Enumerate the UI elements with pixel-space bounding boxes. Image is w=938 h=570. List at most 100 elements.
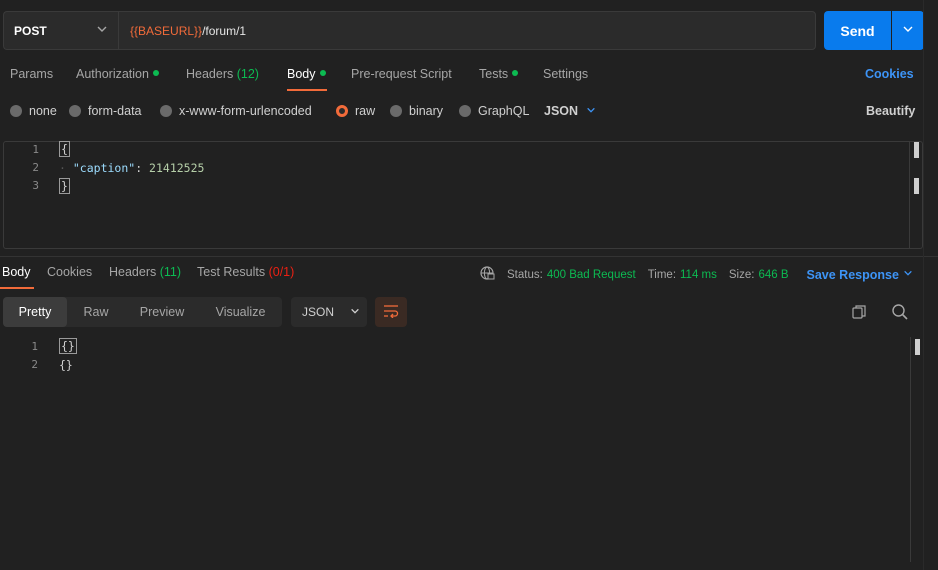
chevron-down-icon[interactable]	[903, 268, 913, 281]
cookies-link[interactable]: Cookies	[865, 67, 914, 81]
search-icon[interactable]	[891, 303, 909, 324]
radio-form-data-label: form-data	[88, 104, 142, 118]
tab-settings[interactable]: Settings	[543, 67, 588, 81]
method-label: POST	[14, 23, 47, 38]
line-number: 2	[31, 358, 38, 371]
response-tab-test-results-label: Test Results	[197, 265, 266, 279]
wrap-lines-icon	[383, 304, 399, 321]
json-value: 21412525	[149, 161, 205, 175]
time-label: Time:	[647, 268, 677, 281]
response-tab-headers-label: Headers	[109, 265, 157, 279]
format-label: JSON	[302, 305, 335, 319]
close-brace: }	[59, 178, 70, 194]
view-preview-button[interactable]: Preview	[125, 297, 199, 327]
line-number: 3	[32, 179, 39, 192]
response-view-toggle: Pretty Raw Preview Visualize	[3, 297, 282, 327]
tab-tests[interactable]: Tests	[479, 67, 519, 81]
view-visualize-button[interactable]: Visualize	[199, 297, 282, 327]
globe-icon[interactable]	[479, 265, 495, 284]
tab-body-label: Body	[287, 67, 316, 81]
radio-raw[interactable]: raw	[336, 103, 375, 119]
line-number: 1	[31, 340, 38, 353]
send-button[interactable]: Send	[824, 11, 891, 50]
method-select[interactable]: POST	[3, 11, 118, 50]
chevron-down-icon	[586, 104, 596, 118]
radio-circle	[10, 105, 22, 117]
url-variable: {{BASEURL}}	[130, 23, 203, 38]
editor-scrollbar[interactable]	[914, 142, 919, 158]
radio-graphql-label: GraphQL	[478, 104, 530, 118]
status-value[interactable]: 400 Bad Request	[547, 269, 636, 281]
language-select[interactable]: JSON	[544, 103, 596, 119]
radio-binary-label: binary	[409, 104, 444, 118]
open-brace: {	[59, 141, 70, 157]
response-tab-test-results[interactable]: Test Results (0/1)	[197, 265, 294, 279]
send-options-button[interactable]	[892, 11, 924, 50]
editor-scrollbar-marker	[914, 178, 919, 194]
radio-urlencoded[interactable]: x-www-form-urlencoded	[160, 103, 312, 119]
divider	[0, 256, 938, 257]
response-scroll-track	[910, 337, 911, 562]
response-line-1: {}	[59, 338, 77, 354]
radio-none-label: none	[29, 104, 57, 118]
tab-headers[interactable]: Headers (12)	[186, 67, 259, 81]
tab-authorization-label: Authorization	[76, 67, 149, 81]
view-raw-button[interactable]: Raw	[67, 297, 125, 327]
active-tab-indicator	[0, 287, 34, 289]
code-line: · "caption": 21412525	[59, 161, 205, 175]
json-colon: :	[135, 161, 150, 175]
response-code-line: {}	[59, 338, 77, 354]
tab-headers-label: Headers	[186, 67, 234, 81]
radio-circle	[160, 105, 172, 117]
radio-circle-selected	[336, 105, 348, 117]
radio-binary[interactable]: binary	[390, 103, 443, 119]
radio-none[interactable]: none	[10, 103, 57, 119]
response-scrollbar[interactable]	[915, 339, 920, 355]
line-number: 2	[32, 161, 39, 174]
response-code-line: {}	[59, 358, 73, 372]
wrap-lines-button[interactable]	[375, 297, 407, 327]
language-label: JSON	[544, 104, 579, 118]
chevron-down-icon	[96, 23, 108, 38]
size-value[interactable]: 646 B	[758, 269, 788, 281]
radio-raw-label: raw	[355, 104, 376, 118]
line-number: 1	[32, 143, 39, 156]
response-tab-cookies[interactable]: Cookies	[47, 265, 92, 279]
status-dot-icon	[512, 70, 519, 76]
response-tab-body[interactable]: Body	[2, 265, 31, 279]
status-label: Status:	[507, 268, 543, 281]
copy-icon[interactable]	[851, 304, 867, 323]
chevron-down-icon	[902, 23, 914, 38]
url-input[interactable]: {{BASEURL}}/forum/1	[118, 11, 816, 50]
response-status-bar: Status: 400 Bad Request Time: 114 ms Siz…	[479, 265, 913, 284]
tab-params[interactable]: Params	[10, 67, 53, 81]
response-tab-headers[interactable]: Headers (11)	[109, 265, 181, 279]
status-dot-icon	[152, 70, 159, 76]
view-pretty-button[interactable]: Pretty	[3, 297, 67, 327]
radio-circle	[390, 105, 402, 117]
code-line: {	[59, 141, 70, 157]
time-value[interactable]: 114 ms	[680, 269, 717, 281]
url-path: /forum/1	[202, 23, 247, 38]
radio-graphql[interactable]: GraphQL	[459, 103, 529, 119]
radio-circle	[459, 105, 471, 117]
response-format-select[interactable]: JSON	[291, 297, 367, 327]
side-border	[923, 0, 924, 570]
radio-form-data[interactable]: form-data	[69, 103, 142, 119]
size-label: Size:	[728, 268, 755, 281]
radio-urlencoded-label: x-www-form-urlencoded	[179, 104, 312, 118]
tab-body[interactable]: Body	[287, 67, 326, 81]
test-results-count: (0/1)	[268, 265, 295, 279]
code-line: }	[59, 178, 70, 194]
beautify-link[interactable]: Beautify	[866, 103, 915, 119]
save-response-button[interactable]: Save Response	[807, 268, 899, 282]
active-tab-indicator	[287, 89, 327, 91]
status-dot-icon	[319, 70, 326, 76]
radio-circle	[69, 105, 81, 117]
tab-prerequest-script[interactable]: Pre-request Script	[351, 67, 452, 81]
request-body-editor[interactable]	[3, 141, 923, 249]
headers-count: (12)	[236, 67, 259, 81]
tab-authorization[interactable]: Authorization	[76, 67, 159, 81]
tab-tests-label: Tests	[479, 67, 509, 81]
response-headers-count: (11)	[159, 265, 182, 279]
